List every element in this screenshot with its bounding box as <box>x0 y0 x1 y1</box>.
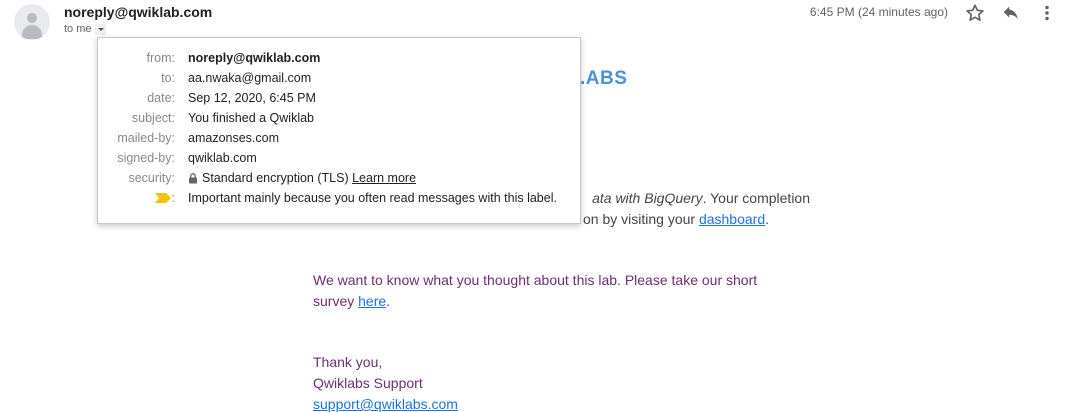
detail-label-signed-by: signed-by: <box>117 151 175 165</box>
recipient-line: to me <box>64 23 106 35</box>
survey-post: . <box>386 293 391 309</box>
detail-label-security: security: <box>128 171 175 185</box>
dashboard-link[interactable]: dashboard <box>699 211 765 227</box>
lock-icon <box>189 173 197 184</box>
signature-text: Qwiklabs Support <box>313 375 423 391</box>
lab-title-italic: ata with BigQuery <box>592 190 703 206</box>
detail-label-to: to: <box>161 71 175 85</box>
thank-you-text: Thank you, <box>313 354 383 370</box>
avatar-body-shape <box>22 25 42 39</box>
recipient-label: to me <box>64 23 92 35</box>
survey-link[interactable]: here <box>358 293 386 309</box>
detail-row-to: to: aa.nwaka@gmail.com <box>98 68 582 88</box>
reply-icon[interactable] <box>1000 2 1022 24</box>
detail-value-subject: You finished a Qwiklab <box>188 111 315 125</box>
show-details-dropdown-icon[interactable] <box>94 23 106 35</box>
detail-row-mailed-by: mailed-by: amazonses.com <box>98 128 582 148</box>
detail-value-importance: Important mainly because you often read … <box>188 191 557 205</box>
detail-label-date: date: <box>147 91 175 105</box>
detail-label-subject: subject: <box>131 111 175 125</box>
brand-logo-text: .ABS <box>580 68 628 89</box>
detail-value-date: Sep 12, 2020, 6:45 PM <box>188 91 316 105</box>
detail-row-subject: subject: You finished a Qwiklab <box>98 108 582 128</box>
message-details-popup: from: noreply@qwiklab.com to: aa.nwaka@g… <box>97 37 581 224</box>
detail-label-mailed-by: mailed-by: <box>117 131 175 145</box>
star-icon[interactable] <box>964 2 986 24</box>
dashboard-pre: on by visiting your <box>583 211 699 227</box>
survey-pre: survey <box>313 293 359 309</box>
detail-value-signed-by: qwiklab.com <box>188 151 257 165</box>
detail-label-importance: : <box>171 191 175 205</box>
detail-row-signed-by: signed-by: qwiklab.com <box>98 148 582 168</box>
avatar-head-shape <box>27 13 37 23</box>
survey-text-line1: We want to know what you thought about t… <box>313 272 758 288</box>
security-text: Standard encryption (TLS) <box>202 171 349 185</box>
detail-label-from: from: <box>146 51 175 65</box>
received-time: 6:45 PM (24 minutes ago) <box>809 5 948 19</box>
detail-row-date: date: Sep 12, 2020, 6:45 PM <box>98 88 582 108</box>
detail-value-mailed-by: amazonses.com <box>188 131 280 145</box>
more-vert-icon[interactable] <box>1036 2 1058 24</box>
survey-text-line2: survey here. <box>313 293 390 309</box>
support-email: support@qwiklabs.com <box>313 396 458 412</box>
detail-value-from: noreply@qwiklab.com <box>188 51 321 65</box>
dashboard-post: . <box>765 211 770 227</box>
detail-row-security: security: Standard encryption (TLS) Lear… <box>98 168 582 188</box>
support-email-link[interactable]: support@qwiklabs.com <box>313 396 458 412</box>
avatar <box>14 4 50 40</box>
detail-row-from: from: noreply@qwiklab.com <box>98 48 582 68</box>
learn-more-link[interactable]: Learn more <box>352 171 416 185</box>
important-marker-icon <box>155 193 171 203</box>
detail-row-importance: : Important mainly because you often rea… <box>98 188 582 208</box>
detail-value-to: aa.nwaka@gmail.com <box>188 71 312 85</box>
detail-value-security: Standard encryption (TLS) Learn more <box>188 168 416 188</box>
completion-text-rest: . Your completion <box>702 190 810 206</box>
sender-name: noreply@qwiklab.com <box>64 4 213 20</box>
